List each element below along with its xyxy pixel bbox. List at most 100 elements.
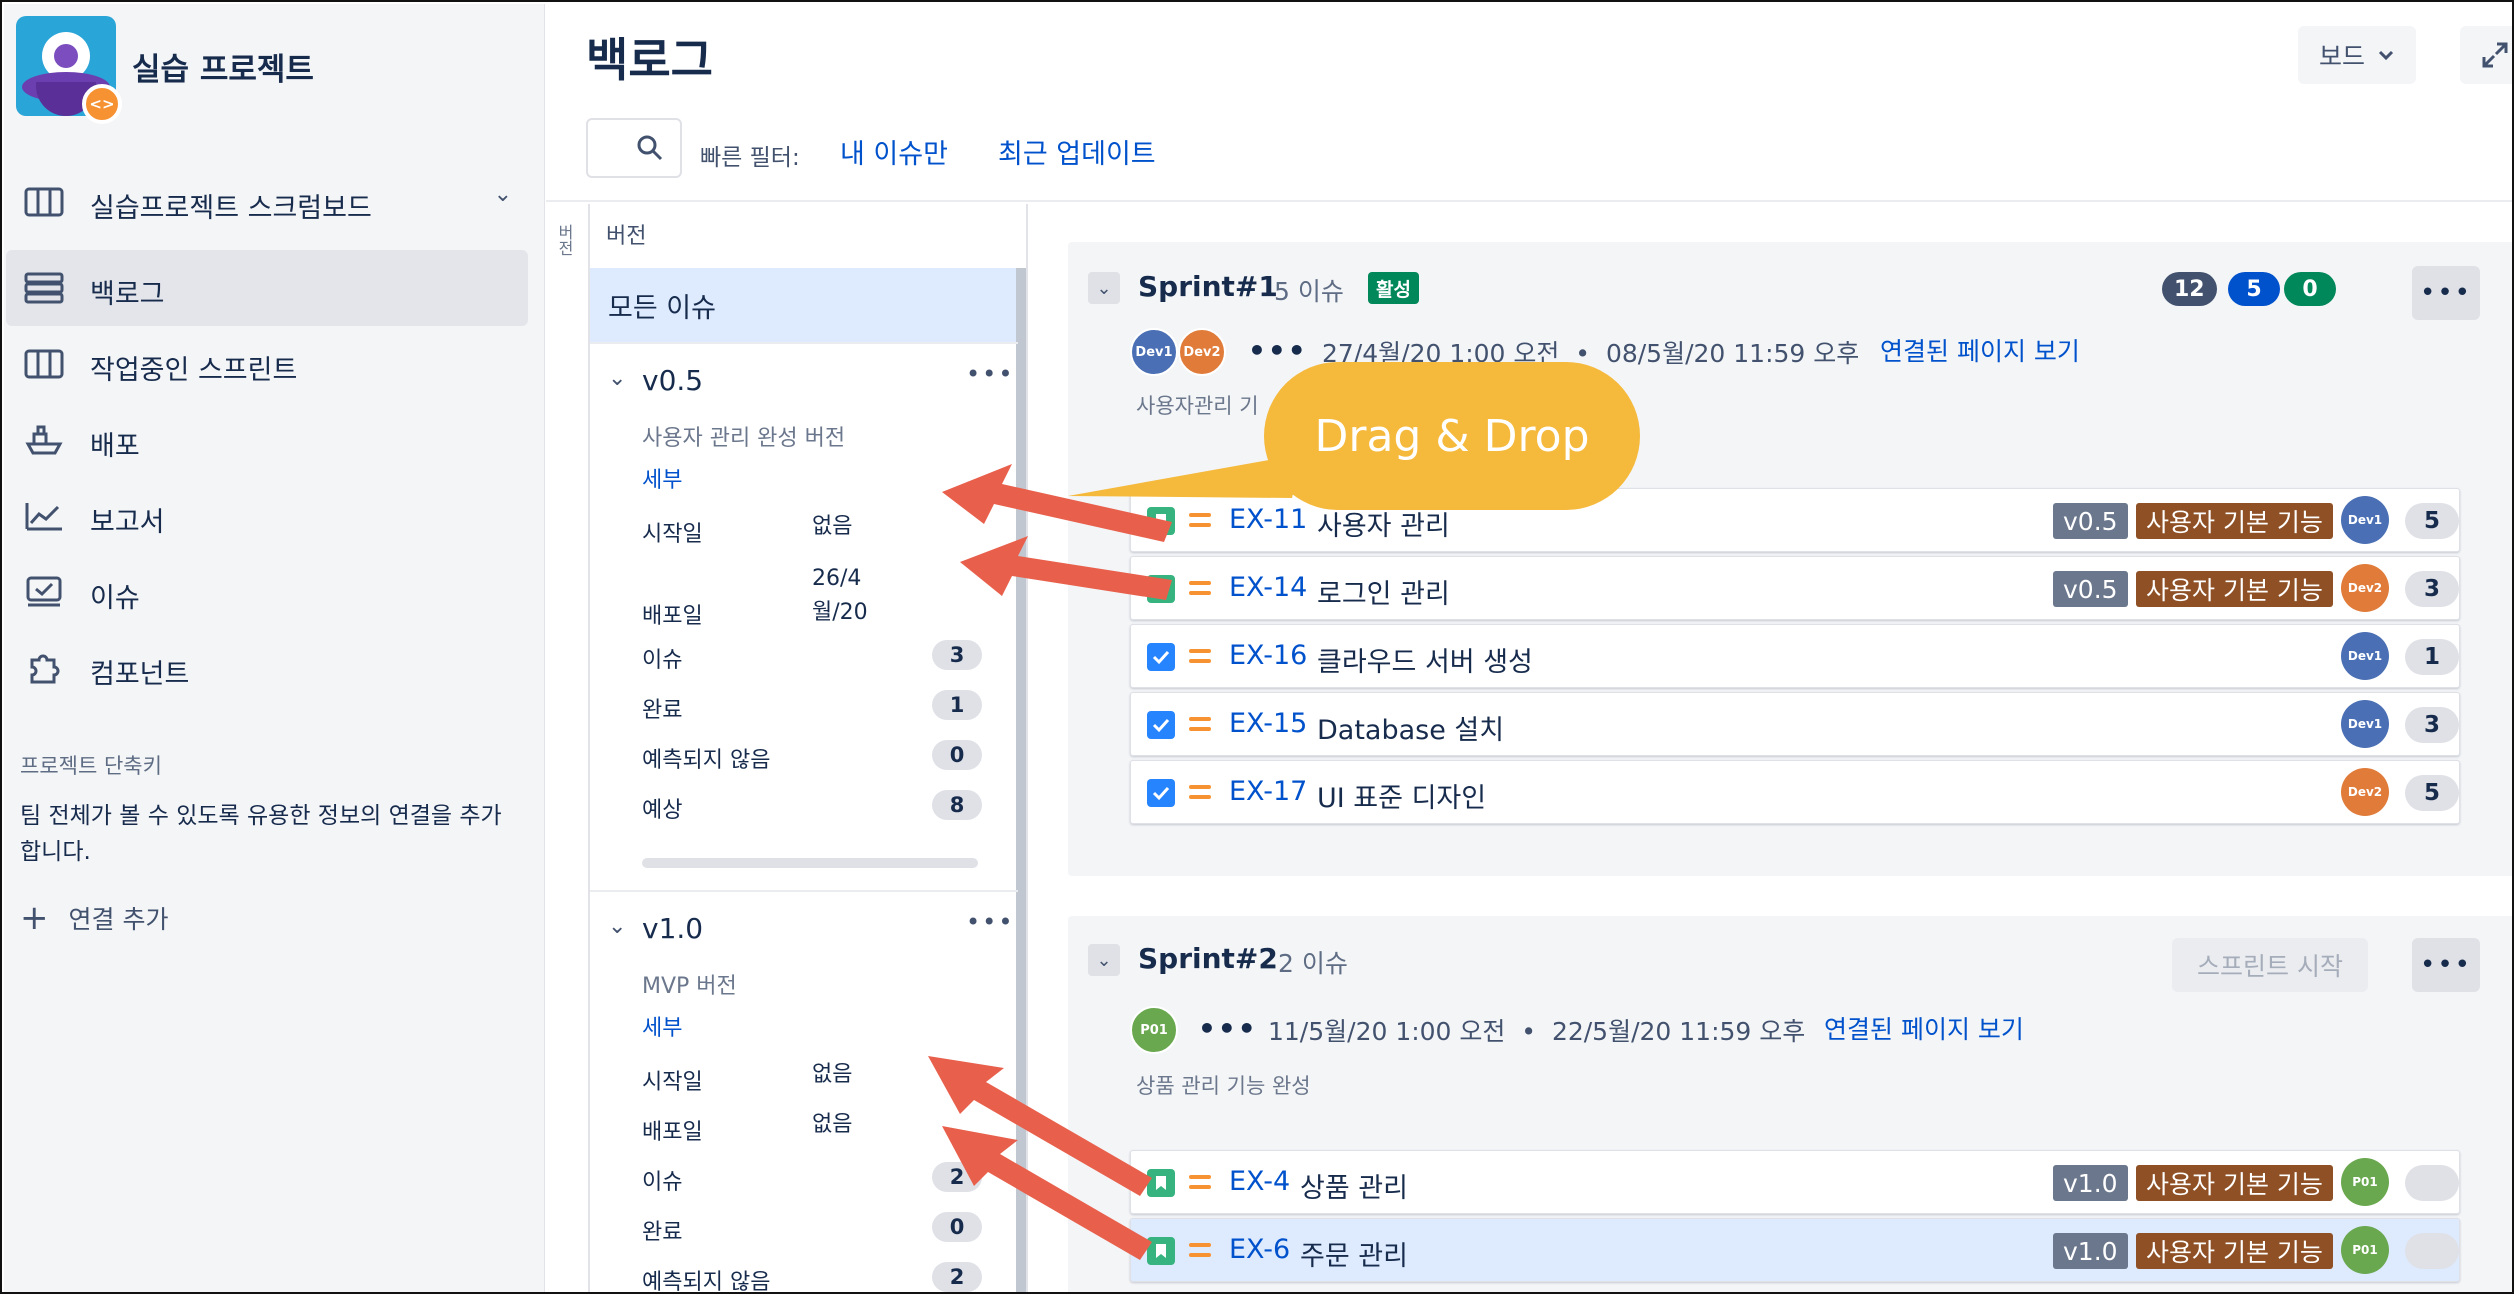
avatar[interactable]: P01 — [1130, 1006, 1178, 1054]
issue-key[interactable]: EX-11 — [1229, 504, 1307, 535]
quick-filter-label: 빠른 필터: — [700, 145, 800, 171]
avatar[interactable]: Dev2 — [2341, 564, 2389, 612]
estimate-badge — [2405, 1165, 2459, 1201]
release-date-value: 없음 — [812, 1112, 853, 1137]
chevron-down-icon[interactable]: ⌄ — [608, 914, 626, 939]
start-date-value: 없음 — [812, 514, 853, 539]
issue-key[interactable]: EX-17 — [1229, 776, 1307, 807]
sidebar-item-backlog[interactable]: 백로그 — [6, 250, 528, 326]
linked-pages-link[interactable]: 연결된 페이지 보기 — [1824, 1010, 2024, 1046]
epic-label: 사용자 기본 기능 — [2136, 503, 2333, 539]
issue-key[interactable]: EX-6 — [1229, 1234, 1290, 1265]
version-description: 사용자 관리 완성 버전 — [642, 426, 846, 451]
sidebar-item-components[interactable]: 컴포넌트 — [6, 630, 528, 706]
estimate-badge: 1 — [2405, 639, 2459, 675]
issue-row[interactable]: EX-16 클라우드 서버 생성 Dev1 1 — [1130, 624, 2460, 688]
add-link-button[interactable]: + 연결 추가 — [20, 900, 168, 936]
release-date-label: 배포일 — [642, 604, 703, 629]
issue-row[interactable]: EX-15 Database 설치 Dev1 3 — [1130, 692, 2460, 756]
issues-label: 이슈 — [642, 1170, 683, 1195]
all-issues-filter[interactable]: 모든 이슈 — [590, 268, 1018, 342]
epic-label: 사용자 기본 기능 — [2136, 1165, 2333, 1201]
more-icon[interactable]: ••• — [2412, 938, 2480, 992]
estimate-badge — [2405, 1233, 2459, 1269]
version-name[interactable]: v1.0 — [642, 912, 703, 945]
epic-label: 사용자 기본 기능 — [2136, 1233, 2333, 1269]
versions-panel-title: 버전 — [606, 224, 647, 249]
issue-row[interactable]: EX-17 UI 표준 디자인 Dev2 5 — [1130, 760, 2460, 824]
issue-key[interactable]: EX-4 — [1229, 1166, 1290, 1197]
issue-key[interactable]: EX-16 — [1229, 640, 1307, 671]
sprint-name[interactable]: Sprint#1 — [1138, 270, 1278, 303]
sidebar-item-scrum-board[interactable]: 실습프로젝트 스크럼보드 ⌄ — [6, 164, 528, 240]
versions-scrollbar[interactable] — [1016, 268, 1026, 1292]
avatar[interactable]: P01 — [2341, 1158, 2389, 1206]
more-assignees-icon[interactable]: ••• — [1198, 1012, 1258, 1045]
avatar[interactable]: Dev1 — [1130, 328, 1178, 376]
sidebar-item-issues[interactable]: 이슈 — [6, 554, 528, 630]
sprint-status-badge: 활성 — [1368, 272, 1419, 304]
priority-medium-icon — [1189, 641, 1211, 671]
chevron-down-icon[interactable]: ⌄ — [1088, 944, 1120, 976]
sidebar-item-reports[interactable]: 보고서 — [6, 478, 528, 554]
more-icon[interactable]: ••• — [966, 908, 1014, 936]
versions-tab[interactable]: 버전 — [554, 224, 576, 268]
more-icon[interactable]: ••• — [966, 360, 1014, 388]
done-count: 1 — [932, 690, 982, 720]
version-detail-link[interactable]: 세부 — [642, 462, 682, 494]
issue-title: 상품 관리 — [1300, 1173, 1408, 1204]
estimate-badge: 5 — [2405, 775, 2459, 811]
issue-row[interactable]: EX-6 주문 관리 v1.0 사용자 기본 기능 P01 — [1130, 1218, 2460, 1282]
sprint-dates: 11/5월/20 1:00 오전 • 22/5월/20 11:59 오후 — [1268, 1017, 1806, 1046]
linked-pages-link[interactable]: 연결된 페이지 보기 — [1880, 332, 2080, 368]
search-input[interactable] — [586, 118, 682, 178]
version-name[interactable]: v0.5 — [642, 364, 703, 397]
epic-label: 사용자 기본 기능 — [2136, 571, 2333, 607]
avatar[interactable]: Dev2 — [2341, 768, 2389, 816]
sprint-panel: ⌄ Sprint#2 2 이슈 스프린트 시작 ••• P01 ••• 11/5… — [1068, 916, 2512, 1292]
issue-key[interactable]: EX-14 — [1229, 572, 1307, 603]
chevron-down-icon[interactable]: ⌄ — [494, 182, 512, 207]
avatar[interactable]: Dev2 — [1178, 328, 1226, 376]
issue-key[interactable]: EX-15 — [1229, 708, 1307, 739]
version-label: v1.0 — [2053, 1165, 2128, 1201]
project-name[interactable]: 실습 프로젝트 — [132, 44, 314, 89]
chart-icon — [25, 503, 62, 531]
chevron-down-icon — [2378, 50, 2394, 61]
issue-title: 로그인 관리 — [1317, 579, 1450, 610]
divider — [590, 890, 1018, 892]
issue-row[interactable]: EX-4 상품 관리 v1.0 사용자 기본 기능 P01 — [1130, 1150, 2460, 1214]
more-icon[interactable]: ••• — [2412, 266, 2480, 320]
quick-filter-recent[interactable]: 최근 업데이트 — [998, 132, 1156, 171]
in-progress-points-badge: 5 — [2228, 272, 2280, 306]
sidebar-item-releases[interactable]: 배포 — [6, 402, 528, 478]
issue-row[interactable]: EX-14 로그인 관리 v0.5 사용자 기본 기능 Dev2 3 — [1130, 556, 2460, 620]
quick-filter-my-issues[interactable]: 내 이슈만 — [840, 132, 948, 171]
sidebar-item-active-sprint[interactable]: 작업중인 스프린트 — [6, 326, 528, 402]
issues-icon — [26, 576, 62, 607]
unestimated-count: 0 — [932, 740, 982, 770]
avatar[interactable]: Dev1 — [2341, 632, 2389, 680]
board-dropdown-button[interactable]: 보드 — [2298, 26, 2416, 84]
more-assignees-icon[interactable]: ••• — [1248, 334, 1308, 367]
avatar[interactable]: P01 — [2341, 1226, 2389, 1274]
sidebar-item-label: 보고서 — [90, 507, 165, 538]
sprint-name[interactable]: Sprint#2 — [1138, 942, 1278, 975]
priority-medium-icon — [1189, 1235, 1211, 1265]
expand-button[interactable] — [2460, 26, 2512, 84]
release-date-label: 배포일 — [642, 1120, 703, 1145]
sprint-goal: 사용자관리 기 — [1136, 394, 1259, 418]
version-detail-link[interactable]: 세부 — [642, 1010, 682, 1042]
story-icon — [1147, 507, 1175, 535]
chevron-down-icon[interactable]: ⌄ — [1088, 272, 1120, 304]
start-sprint-button[interactable]: 스프린트 시작 — [2172, 938, 2368, 992]
page-title: 백로그 — [586, 33, 713, 87]
story-icon — [1147, 1237, 1175, 1265]
search-icon — [637, 135, 663, 161]
estimate-badge: 3 — [2405, 571, 2459, 607]
avatar[interactable]: Dev1 — [2341, 496, 2389, 544]
expand-icon — [2482, 42, 2508, 68]
avatar[interactable]: Dev1 — [2341, 700, 2389, 748]
story-icon — [1147, 575, 1175, 603]
chevron-down-icon[interactable]: ⌄ — [608, 366, 626, 391]
